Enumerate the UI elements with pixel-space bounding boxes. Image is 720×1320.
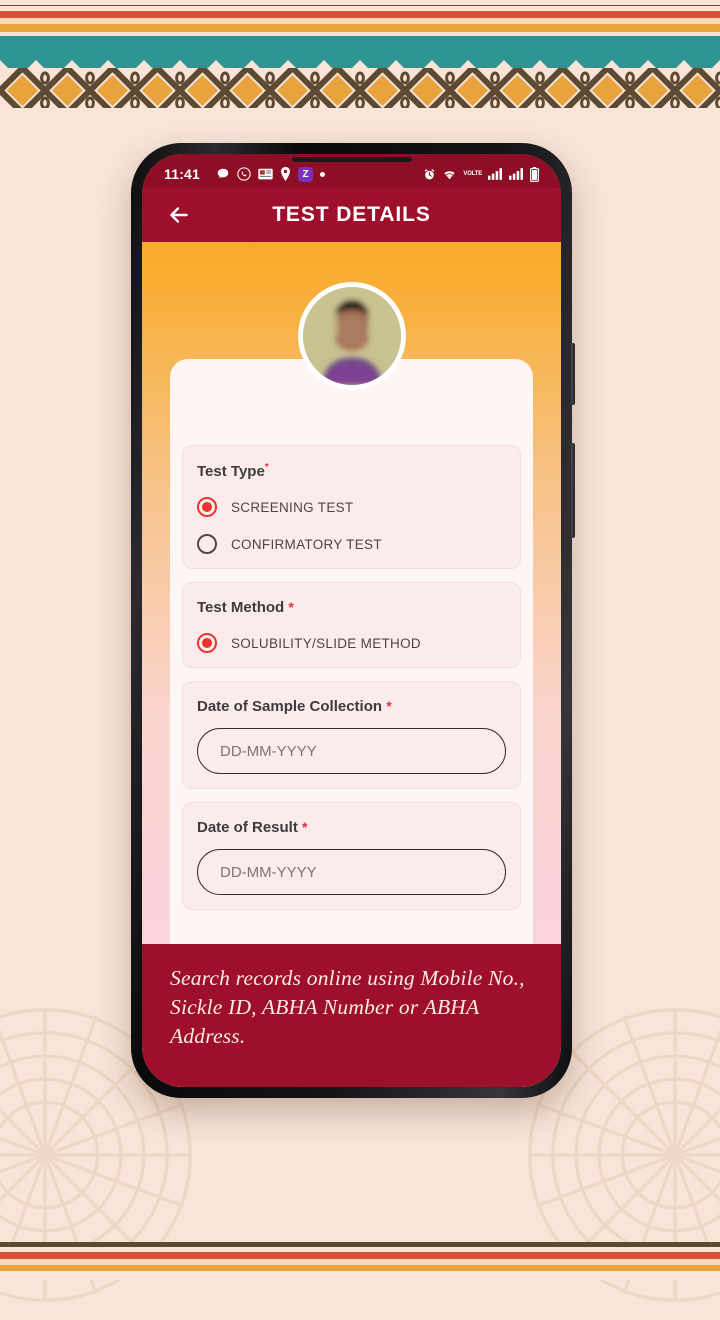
date-of-sample-collection-input[interactable]: DD-MM-YYYY bbox=[197, 728, 506, 774]
volume-button[interactable] bbox=[571, 343, 575, 405]
app-bar: TEST DETAILS bbox=[142, 188, 561, 242]
back-arrow-icon[interactable] bbox=[166, 202, 192, 228]
required-asterisk: * bbox=[264, 462, 269, 473]
phone-screen-frame: 11:41 Z VO LTE TEST DETAILS Test Type* S… bbox=[142, 154, 561, 1087]
label-test-method: Test Method * bbox=[197, 599, 294, 616]
stripe-cream bbox=[0, 0, 720, 5]
chat-bubble-icon bbox=[216, 167, 230, 181]
more-dot-icon bbox=[320, 171, 326, 177]
alarm-clock-icon bbox=[423, 168, 436, 181]
avatar-image bbox=[302, 287, 401, 385]
radio-icon-unchecked[interactable] bbox=[197, 534, 217, 554]
radio-label: CONFIRMATORY TEST bbox=[231, 536, 382, 552]
patient-avatar[interactable] bbox=[297, 282, 406, 390]
radio-option-screening-test[interactable]: SCREENING TEST bbox=[197, 497, 506, 517]
battery-icon bbox=[530, 166, 539, 182]
top-decorative-border bbox=[0, 0, 720, 108]
field-test-method: Test Method * SOLUBILITY/SLIDE METHOD bbox=[182, 582, 521, 668]
bottom-stripe-red bbox=[0, 1252, 720, 1259]
zomato-z-icon: Z bbox=[298, 166, 314, 182]
power-button[interactable] bbox=[571, 443, 575, 538]
field-test-type: Test Type* SCREENING TEST CONFIRMATORY T… bbox=[182, 445, 521, 569]
phone-mockup: 11:41 Z VO LTE TEST DETAILS Test Type* S… bbox=[131, 143, 575, 1098]
field-date-of-sample-collection: Date of Sample Collection * DD-MM-YYYY bbox=[182, 681, 521, 789]
earpiece-speaker bbox=[291, 157, 412, 162]
news-card-icon bbox=[258, 168, 273, 180]
radio-option-solubility-slide-method[interactable]: SOLUBILITY/SLIDE METHOD bbox=[197, 633, 506, 653]
radio-icon-checked[interactable] bbox=[197, 633, 217, 653]
field-date-of-result: Date of Result * DD-MM-YYYY bbox=[182, 802, 521, 910]
location-pin-icon bbox=[280, 167, 291, 181]
app-screen: 11:41 Z VO LTE TEST DETAILS Test Type* S… bbox=[142, 154, 561, 1087]
volte-icon: VO LTE bbox=[463, 171, 482, 177]
label-date-of-sample-collection: Date of Sample Collection * bbox=[197, 698, 392, 715]
avatar-portrait-icon bbox=[302, 287, 401, 385]
bottom-stripe-base bbox=[0, 1271, 720, 1280]
signal-bars-sim2-icon bbox=[509, 168, 524, 180]
label-date-of-result: Date of Result * bbox=[197, 819, 308, 836]
required-asterisk: * bbox=[302, 819, 308, 835]
stripe-red bbox=[0, 11, 720, 18]
whatsapp-icon bbox=[237, 167, 251, 181]
wifi-icon bbox=[442, 168, 457, 180]
status-bar-right: VO LTE bbox=[423, 166, 539, 182]
date-of-result-input[interactable]: DD-MM-YYYY bbox=[197, 849, 506, 895]
caption-overlay: Search records online using Mobile No., … bbox=[142, 944, 561, 1087]
radio-option-confirmatory-test[interactable]: CONFIRMATORY TEST bbox=[197, 534, 506, 554]
required-asterisk: * bbox=[288, 599, 294, 615]
stripe-orange bbox=[0, 24, 720, 32]
label-test-type: Test Type* bbox=[197, 462, 269, 480]
diamond-lattice-pattern bbox=[0, 68, 720, 108]
required-asterisk: * bbox=[386, 698, 392, 714]
signal-bars-sim1-icon bbox=[488, 168, 503, 180]
caption-text: Search records online using Mobile No., … bbox=[170, 966, 525, 1048]
status-time: 11:41 bbox=[164, 166, 201, 182]
radio-label: SOLUBILITY/SLIDE METHOD bbox=[231, 635, 421, 651]
radio-label: SCREENING TEST bbox=[231, 499, 354, 515]
page-title: TEST DETAILS bbox=[272, 203, 431, 226]
status-bar-left: 11:41 Z bbox=[164, 166, 423, 182]
radio-icon-checked[interactable] bbox=[197, 497, 217, 517]
bottom-decorative-border bbox=[0, 1234, 720, 1280]
